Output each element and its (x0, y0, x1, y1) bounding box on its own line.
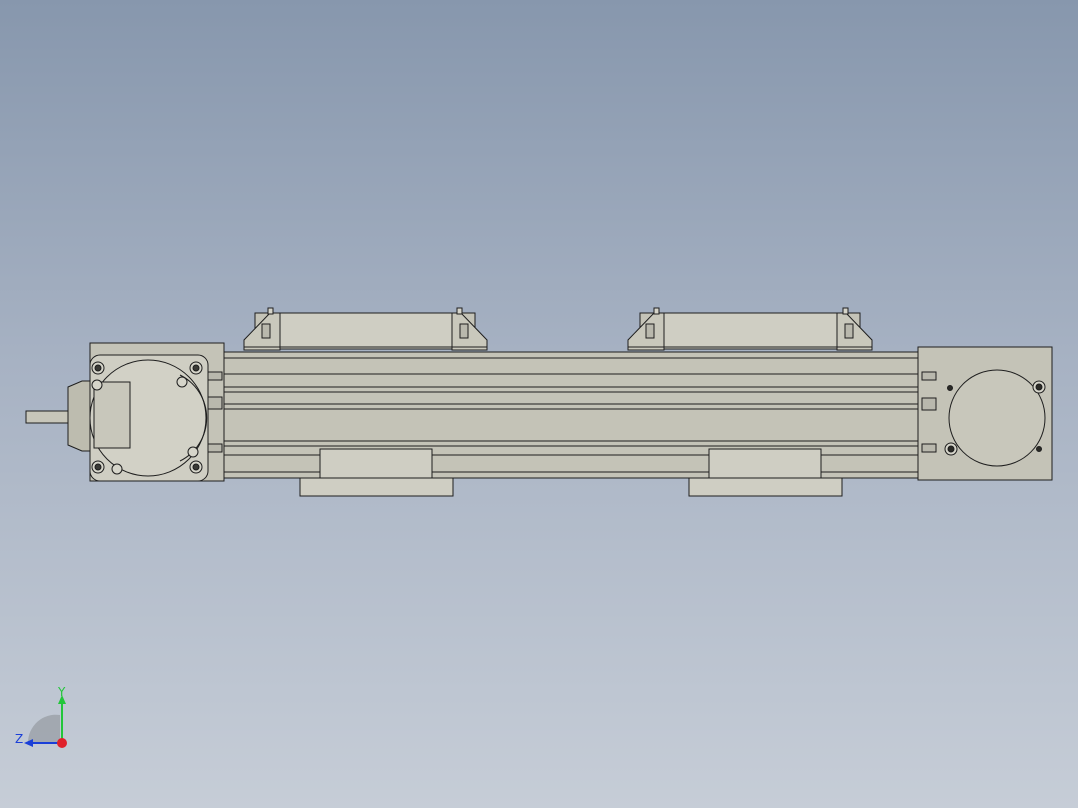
bottom-slide-block-left[interactable] (299, 448, 454, 497)
top-carriage-clamp-right[interactable] (627, 307, 873, 351)
top-carriage-clamp-left[interactable] (243, 307, 488, 351)
bottom-slide-block-right[interactable] (688, 448, 843, 497)
end-cap-plate[interactable] (917, 346, 1053, 481)
cad-3d-viewport[interactable]: Y Z (0, 0, 1078, 808)
orientation-triad: Y Z (10, 685, 80, 755)
x-axis-icon (57, 738, 67, 748)
linear-actuator-model[interactable] (0, 0, 1078, 808)
triad-arc-icon (27, 714, 60, 743)
motor-shaft[interactable] (25, 380, 93, 452)
y-axis-label: Y (57, 685, 66, 699)
motor-end-housing[interactable] (89, 342, 225, 482)
z-axis-label: Z (15, 732, 23, 746)
